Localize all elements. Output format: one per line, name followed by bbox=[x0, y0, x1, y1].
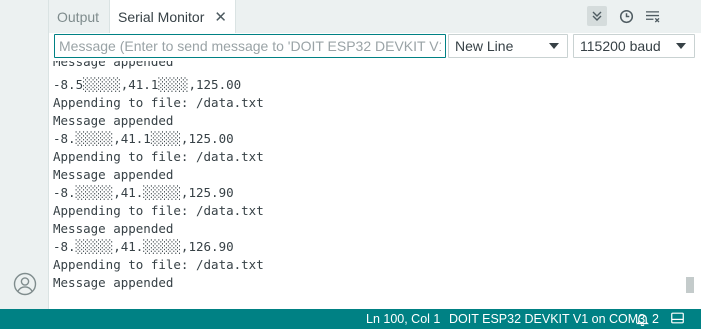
console-line: Message appended bbox=[53, 167, 174, 182]
panel-tab-bar: Output Serial Monitor ✕ bbox=[49, 0, 701, 34]
double-chevron-down-icon[interactable] bbox=[587, 6, 607, 26]
tab-output-label: Output bbox=[57, 8, 100, 25]
line-ending-select[interactable]: New Line bbox=[448, 34, 568, 58]
console-line: Appending to file: /data.txt bbox=[53, 95, 264, 110]
close-icon[interactable]: ✕ bbox=[214, 8, 227, 26]
serial-input-row: New Line 115200 baud bbox=[49, 33, 701, 61]
baud-rate-select[interactable]: 115200 baud bbox=[573, 34, 695, 58]
notification-count: 2 bbox=[652, 312, 659, 326]
chevron-down-icon bbox=[549, 43, 559, 49]
tab-serial-monitor[interactable]: Serial Monitor ✕ bbox=[109, 0, 236, 34]
baud-rate-value: 115200 baud bbox=[580, 38, 661, 54]
console-line: Appending to file: /data.txt bbox=[53, 149, 264, 164]
clear-output-icon[interactable] bbox=[642, 6, 662, 26]
console-line: Appending to file: /data.txt bbox=[53, 257, 264, 272]
tab-serial-monitor-label: Serial Monitor bbox=[118, 9, 205, 25]
console-line: -8.░░░░░,41.1░░░░,125.00 bbox=[53, 131, 234, 146]
cursor-position[interactable]: Ln 100, Col 1 bbox=[366, 312, 440, 326]
console-line: Message appended bbox=[53, 113, 174, 128]
console-line: Message appended bbox=[53, 275, 174, 290]
tab-output[interactable]: Output bbox=[57, 0, 99, 33]
account-icon[interactable] bbox=[12, 271, 38, 297]
console-line: -8.5░░░░░,41.1░░░░,125.00 bbox=[53, 77, 242, 92]
console-line: -8.░░░░░,41.░░░░░,125.90 bbox=[53, 185, 234, 200]
output-panel-icon[interactable] bbox=[671, 312, 684, 327]
message-input[interactable] bbox=[54, 34, 446, 58]
console-line: Appending to file: /data.txt bbox=[53, 203, 264, 218]
notifications-button[interactable]: 2 bbox=[636, 312, 659, 326]
chevron-down-icon bbox=[676, 43, 686, 49]
left-sidebar-rail bbox=[0, 0, 49, 309]
scrollbar-thumb[interactable] bbox=[686, 277, 694, 293]
console-line: Message appended bbox=[53, 61, 174, 69]
console-line: Message appended bbox=[53, 221, 174, 236]
serial-output-console[interactable]: Message appended -8.5░░░░░,41.1░░░░,125.… bbox=[49, 61, 694, 309]
clock-icon[interactable] bbox=[616, 6, 636, 26]
bell-icon bbox=[636, 313, 649, 326]
console-line: -8.░░░░░,41.░░░░░,126.90 bbox=[53, 239, 234, 254]
board-port-status[interactable]: DOIT ESP32 DEVKIT V1 on COM3 bbox=[449, 312, 645, 326]
line-ending-value: New Line bbox=[455, 38, 514, 54]
status-bar: Ln 100, Col 1 DOIT ESP32 DEVKIT V1 on CO… bbox=[0, 309, 701, 329]
console-scrollbar[interactable] bbox=[686, 61, 694, 309]
